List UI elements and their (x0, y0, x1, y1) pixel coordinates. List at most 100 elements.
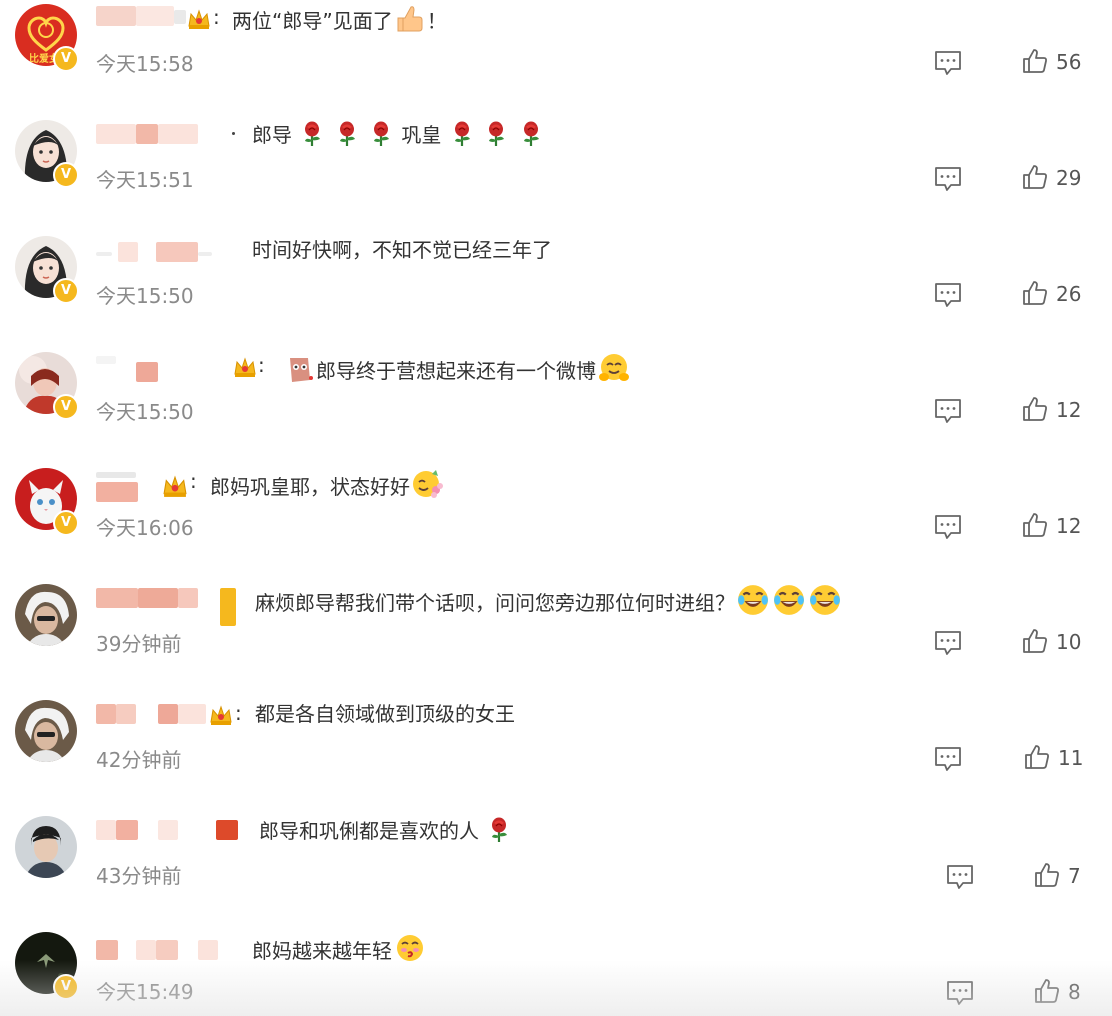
verified-v-icon: V (53, 974, 79, 1000)
comment-body: 郎妈越来越年轻 (252, 939, 392, 963)
timestamp: 今天15:50 (96, 284, 194, 308)
username[interactable] (96, 470, 156, 502)
like-count: 12 (1056, 398, 1082, 422)
comment-body: 郎导和巩俐都是喜欢的人 (259, 819, 479, 843)
crown-icon (234, 358, 256, 378)
verified-v-icon: V (53, 278, 79, 304)
username[interactable] (96, 238, 216, 264)
comment-bubble-icon[interactable] (946, 980, 974, 1006)
comment-item: 比爱女 V : 两位“郎导”见面了！ 今天15:58 56 (0, 0, 1112, 116)
comment-bubble-icon[interactable] (946, 864, 974, 890)
crown-icon (163, 476, 187, 498)
timestamp: 今天16:06 (96, 516, 194, 540)
comment-body: 郎导 (252, 123, 292, 147)
rose-emoji (522, 120, 540, 148)
like-button[interactable]: 12 (1022, 512, 1081, 542)
rose-emoji (338, 120, 356, 148)
comment-text: 郎妈越来越年轻 (252, 932, 428, 965)
timestamp: 今天15:50 (96, 400, 194, 424)
rose-emoji (453, 120, 471, 148)
kiss-emoji (397, 935, 423, 961)
thumbs-up-icon (1035, 979, 1059, 1003)
laughing-tears-emoji (737, 584, 769, 616)
like-count: 11 (1058, 746, 1084, 770)
like-button[interactable]: 29 (1022, 164, 1081, 194)
comment-text: 两位“郎导”见面了 ！ (232, 4, 447, 35)
verified-v-icon: V (53, 510, 79, 536)
like-count: 26 (1056, 282, 1082, 306)
timestamp: 今天15:58 (96, 52, 194, 76)
like-button[interactable]: 12 (1022, 396, 1081, 426)
thumbs-up-icon (1023, 397, 1047, 421)
like-button[interactable]: 8 (1034, 978, 1081, 1008)
comment-body: 两位“郎导”见面了 (232, 9, 393, 33)
username[interactable] (96, 702, 211, 728)
username[interactable] (96, 934, 226, 960)
comment-suffix: ！ (426, 9, 447, 33)
verified-v-icon: V (53, 162, 79, 188)
sticker-emoji (290, 358, 313, 382)
crown-icon (210, 706, 232, 726)
flower-face-emoji (413, 470, 443, 498)
timestamp: 42分钟前 (96, 748, 182, 772)
comment-text: 郎导和巩俐都是喜欢的人 (259, 816, 513, 845)
thumbs-up-icon (1023, 281, 1047, 305)
comment-item: 郎导和巩俐都是喜欢的人 43分钟前 7 (0, 812, 1112, 928)
username[interactable] (96, 354, 216, 382)
like-button[interactable]: 11 (1024, 744, 1083, 774)
comment-bubble-icon[interactable] (934, 282, 962, 308)
comment-text: 都是各自领域做到顶级的女王 (255, 700, 515, 728)
like-button[interactable]: 26 (1022, 280, 1081, 310)
username[interactable] (96, 586, 241, 626)
comment-bubble-icon[interactable] (934, 746, 962, 772)
thumbs-up-icon (1023, 629, 1047, 653)
rose-emoji (488, 120, 506, 148)
verified-v-icon: V (53, 46, 79, 72)
comment-item: V 时间好快啊，不知不觉已经三年了 今天15:50 26 (0, 232, 1112, 348)
comment-bubble-icon[interactable] (934, 398, 962, 424)
comment-bubble-icon[interactable] (934, 514, 962, 540)
thumbs-up-emoji (397, 6, 423, 32)
like-count: 56 (1056, 50, 1082, 74)
comment-bubble-icon[interactable] (934, 50, 962, 76)
timestamp: 39分钟前 (96, 632, 182, 656)
like-button[interactable]: 7 (1034, 862, 1081, 892)
avatar[interactable] (15, 584, 77, 646)
timestamp: 今天15:49 (96, 980, 194, 1004)
comment-text: 郎导 巩皇 (252, 120, 545, 149)
comment-body: 巩皇 (401, 123, 442, 147)
like-count: 7 (1068, 864, 1081, 888)
comment-text: 郎妈巩皇耶，状态好好 (210, 468, 446, 501)
comment-body: 时间好快啊，不知不觉已经三年了 (252, 238, 552, 262)
thumbs-up-icon (1035, 863, 1059, 887)
comment-body: 郎妈巩皇耶，状态好好 (210, 475, 410, 499)
like-count: 10 (1056, 630, 1082, 654)
comment-item: 麻烦郎导帮我们带个话呗，问问您旁边那位何时进组？ 39分钟前 10 (0, 580, 1112, 696)
thumbs-up-icon (1023, 513, 1047, 537)
comment-body: 麻烦郎导帮我们带个话呗，问问您旁边那位何时进组？ (255, 591, 735, 615)
comment-item: V : 郎导终于营想起来还有一个微博 今天15:50 12 (0, 348, 1112, 464)
like-count: 29 (1056, 166, 1082, 190)
comment-item: : 都是各自领域做到顶级的女王 42分钟前 11 (0, 696, 1112, 812)
comment-bubble-icon[interactable] (934, 166, 962, 192)
colon: : (190, 469, 197, 493)
avatar[interactable] (15, 700, 77, 762)
hug-emoji (599, 354, 629, 381)
comment-item: V 郎导 巩皇 今天15:51 29 (0, 116, 1112, 232)
like-count: 8 (1068, 980, 1081, 1004)
avatar[interactable] (15, 816, 77, 878)
rose-emoji (304, 120, 322, 148)
username[interactable] (96, 818, 241, 844)
comment-text: 麻烦郎导帮我们带个话呗，问问您旁边那位何时进组？ (255, 584, 843, 617)
like-button[interactable]: 56 (1022, 48, 1081, 78)
laughing-tears-emoji (773, 584, 805, 616)
colon: : (213, 5, 220, 29)
thumbs-up-icon (1025, 745, 1049, 769)
comment-bubble-icon[interactable] (934, 630, 962, 656)
like-count: 12 (1056, 514, 1082, 538)
comment-item: V : 郎妈巩皇耶，状态好好 今天16:06 12 (0, 464, 1112, 580)
username[interactable] (96, 122, 236, 148)
laughing-tears-emoji (809, 584, 841, 616)
like-button[interactable]: 10 (1022, 628, 1081, 658)
crown-icon (188, 10, 210, 30)
